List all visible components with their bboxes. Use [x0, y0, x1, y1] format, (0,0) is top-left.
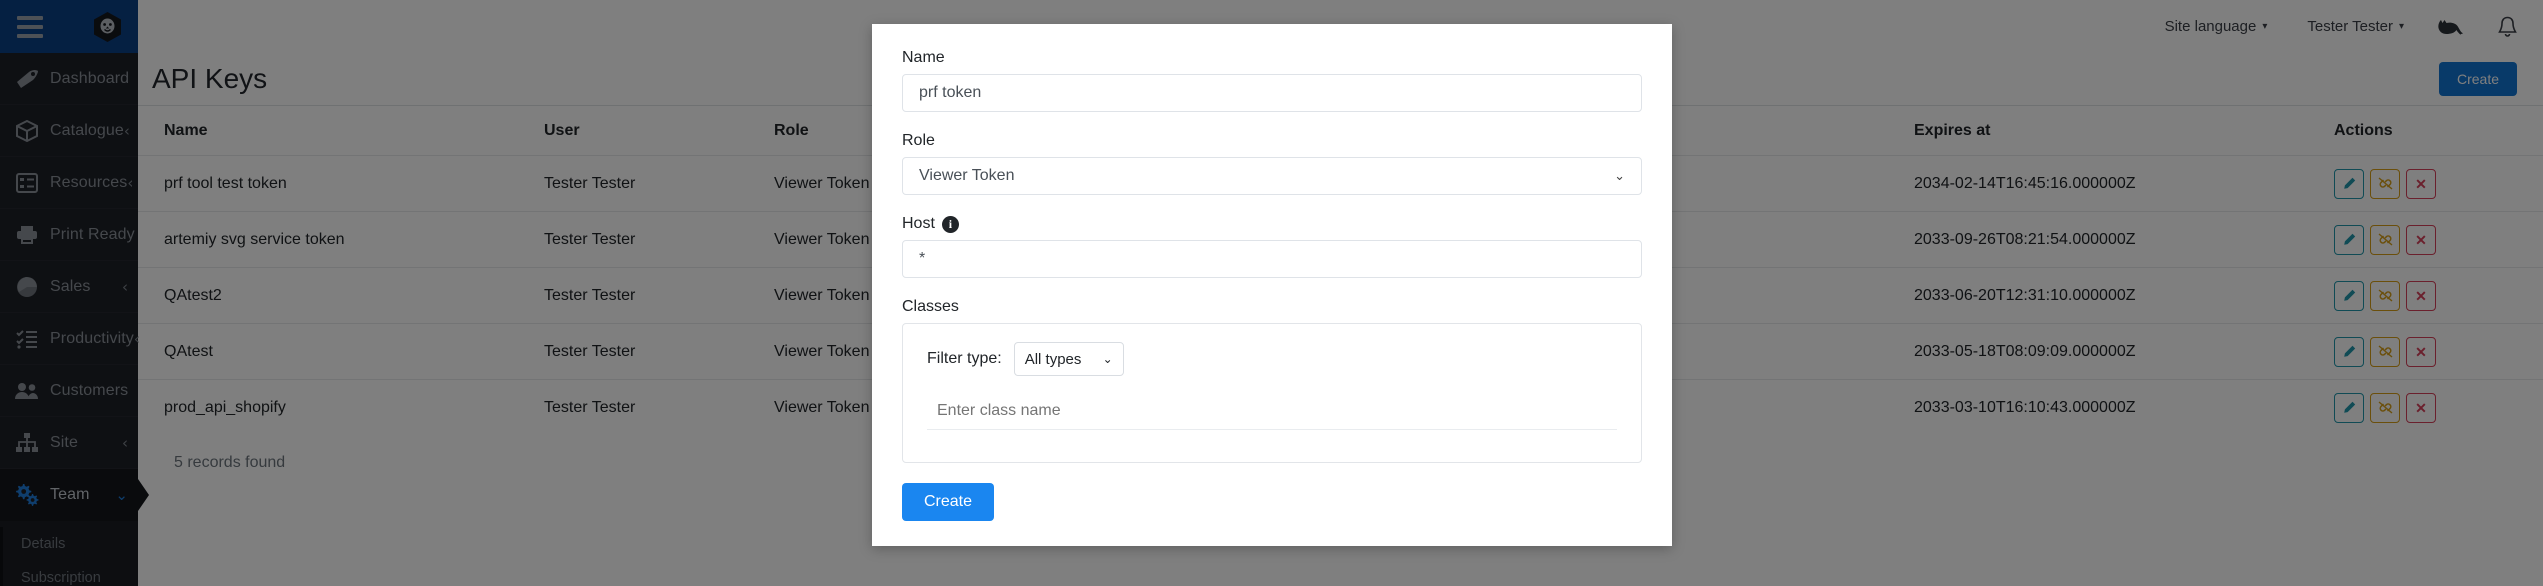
classes-label: Classes — [902, 298, 959, 315]
classes-panel: Filter type: All types ⌄ — [902, 323, 1642, 463]
host-input[interactable] — [902, 240, 1642, 278]
filter-type-row: Filter type: All types ⌄ — [927, 342, 1617, 376]
app-root: Dashboard Catalogue ‹ Resources ‹ — [0, 0, 2543, 586]
chevron-down-icon: ⌄ — [1614, 168, 1625, 183]
host-label-row: Host i — [902, 215, 1642, 233]
filter-type-select[interactable]: All types ⌄ — [1013, 342, 1124, 376]
filter-type-value: All types — [1024, 350, 1082, 368]
info-icon[interactable]: i — [941, 215, 959, 233]
role-select-value: Viewer Token — [919, 167, 1015, 184]
filter-type-label: Filter type: — [927, 350, 1002, 367]
class-name-input[interactable] — [927, 398, 1617, 430]
host-label: Host — [902, 215, 935, 232]
modal-create-button[interactable]: Create — [902, 483, 995, 521]
role-label: Role — [902, 132, 935, 149]
role-select[interactable]: Viewer Token ⌄ — [902, 157, 1642, 195]
name-label: Name — [902, 49, 945, 66]
create-api-key-modal: Name Role Viewer Token ⌄ Host i Classes … — [872, 24, 1672, 546]
chevron-down-icon: ⌄ — [1102, 352, 1113, 366]
name-input[interactable] — [902, 74, 1642, 112]
